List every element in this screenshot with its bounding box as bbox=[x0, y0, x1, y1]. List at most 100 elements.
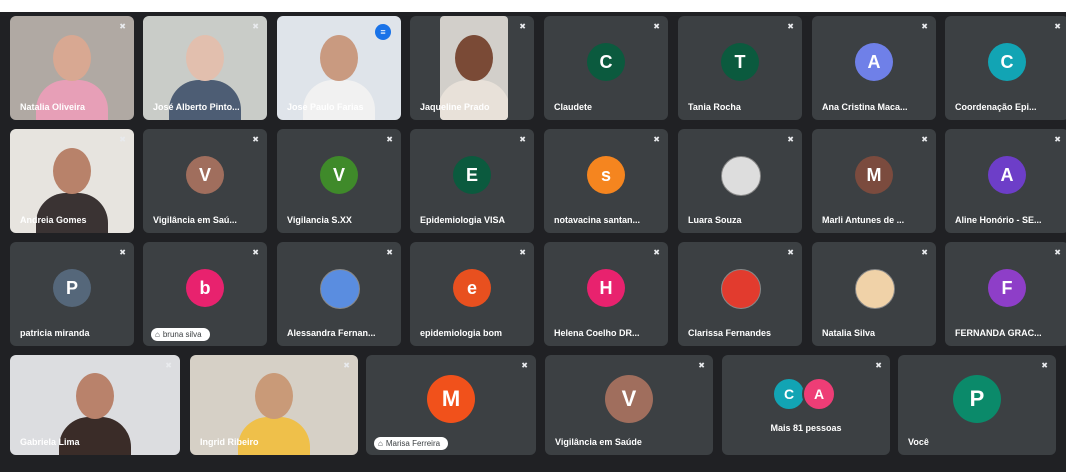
mic-off-icon: ✖ bbox=[343, 361, 350, 370]
participant-name: FERNANDA GRAC... bbox=[955, 328, 1042, 338]
participant-name: Vigilância em Saúde bbox=[555, 437, 642, 447]
mic-off-icon: ✖ bbox=[521, 361, 528, 370]
avatar: P bbox=[53, 269, 91, 307]
mic-off-icon: ✖ bbox=[1054, 22, 1061, 31]
participant-name: Claudete bbox=[554, 102, 593, 112]
participant-name: notavacina santan... bbox=[554, 215, 641, 225]
participant-name: Luara Souza bbox=[688, 215, 742, 225]
avatar: C bbox=[988, 43, 1026, 81]
participant-tile[interactable]: V ✖ Vigilância em Saúde bbox=[545, 355, 713, 455]
participant-tile[interactable]: ✖ Gabriela Lima bbox=[10, 355, 180, 455]
speaking-indicator-icon: ≡ bbox=[375, 24, 391, 40]
mic-off-icon: ✖ bbox=[787, 22, 794, 31]
meeting-grid: ✖ Natalia Oliveira ✖ José Alberto Pinto... ≡… bbox=[0, 12, 1066, 472]
mic-off-icon: ✖ bbox=[698, 361, 705, 370]
mic-off-icon: ✖ bbox=[386, 248, 393, 257]
participant-tile[interactable]: P ✖ Você bbox=[898, 355, 1056, 455]
avatar: E bbox=[453, 156, 491, 194]
participant-tile[interactable]: F ✖ FERNANDA GRAC... bbox=[945, 242, 1066, 346]
mic-off-icon: ✖ bbox=[875, 361, 882, 370]
participant-name: Jaqueline Prado bbox=[420, 102, 490, 112]
participant-name: Clarissa Fernandes bbox=[688, 328, 772, 338]
mic-off-icon: ✖ bbox=[653, 22, 660, 31]
mic-off-icon: ✖ bbox=[787, 135, 794, 144]
participant-tile[interactable]: E ✖ Epidemiologia VISA bbox=[410, 129, 534, 233]
participant-tile[interactable]: A ✖ Ana Cristina Maca... bbox=[812, 16, 936, 120]
participant-name: Aline Honório - SE... bbox=[955, 215, 1042, 225]
participant-tile[interactable]: M ✖ Marli Antunes de ... bbox=[812, 129, 936, 233]
mic-off-icon: ✖ bbox=[252, 248, 259, 257]
mic-off-icon: ✖ bbox=[386, 135, 393, 144]
participant-tile[interactable]: ✖ Luara Souza bbox=[678, 129, 802, 233]
participant-tile[interactable]: M ✖ ⌂ Marisa Ferreira bbox=[366, 355, 536, 455]
participant-tile[interactable]: V ✖ Vigilância em Saú... bbox=[143, 129, 267, 233]
mic-off-icon: ✖ bbox=[1041, 361, 1048, 370]
mic-off-icon: ✖ bbox=[119, 248, 126, 257]
mic-off-icon: ✖ bbox=[119, 135, 126, 144]
participant-tile[interactable]: P ✖ patricia miranda bbox=[10, 242, 134, 346]
participant-name: Helena Coelho DR... bbox=[554, 328, 640, 338]
participant-tile[interactable]: ✖ Ingrid Ribeiro bbox=[190, 355, 358, 455]
participant-name: Natalia Oliveira bbox=[20, 102, 86, 112]
pinned-name-pill[interactable]: ⌂ Marisa Ferreira bbox=[374, 437, 449, 450]
person-torso bbox=[440, 80, 508, 120]
person-torso bbox=[36, 193, 108, 233]
participant-name: Marisa Ferreira bbox=[385, 439, 441, 448]
participant-name: Ingrid Ribeiro bbox=[200, 437, 259, 447]
participant-tile[interactable]: ✖ Andreia Gomes bbox=[10, 129, 134, 233]
participant-tile[interactable]: e ✖ epidemiologia bom bbox=[410, 242, 534, 346]
participant-tile[interactable]: s ✖ notavacina santan... bbox=[544, 129, 668, 233]
participant-tile[interactable]: ≡ Jose Paulo Farias bbox=[277, 16, 401, 120]
participant-tile[interactable]: T ✖ Tania Rocha bbox=[678, 16, 802, 120]
avatar: s bbox=[587, 156, 625, 194]
participant-name: Gabriela Lima bbox=[20, 437, 80, 447]
participant-tile[interactable]: ✖ José Alberto Pinto... bbox=[143, 16, 267, 120]
avatar: P bbox=[953, 375, 1001, 423]
pin-icon: ⌂ bbox=[155, 330, 160, 339]
mic-off-icon: ✖ bbox=[165, 361, 172, 370]
person-torso bbox=[59, 417, 131, 455]
mic-off-icon: ✖ bbox=[1054, 248, 1061, 257]
participant-tile[interactable]: C ✖ Claudete bbox=[544, 16, 668, 120]
participant-tile[interactable]: ✖ Natalia Oliveira bbox=[10, 16, 134, 120]
participant-tile[interactable]: C A ✖ Mais 81 pessoas bbox=[722, 355, 890, 455]
mic-off-icon: ✖ bbox=[519, 248, 526, 257]
participant-name: Ana Cristina Maca... bbox=[822, 102, 908, 112]
mic-off-icon: ✖ bbox=[119, 22, 126, 31]
pin-icon: ⌂ bbox=[378, 439, 383, 448]
avatar: F bbox=[988, 269, 1026, 307]
person-head bbox=[53, 147, 91, 194]
participant-tile[interactable]: ✖ Clarissa Fernandes bbox=[678, 242, 802, 346]
mic-off-icon: ✖ bbox=[787, 248, 794, 257]
avatar: A bbox=[988, 156, 1026, 194]
person-torso bbox=[36, 80, 108, 120]
avatar: C bbox=[587, 43, 625, 81]
person-head bbox=[455, 34, 493, 81]
participant-tile[interactable]: V ✖ Vigilancia S.XX bbox=[277, 129, 401, 233]
mic-off-icon: ✖ bbox=[519, 22, 526, 31]
person-head bbox=[320, 34, 358, 81]
participant-tile[interactable]: b ✖ ⌂ bruna silva bbox=[143, 242, 267, 346]
pinned-name-pill[interactable]: ⌂ bruna silva bbox=[151, 328, 210, 341]
participant-name: Coordenação Epi... bbox=[955, 102, 1037, 112]
person-head bbox=[186, 34, 224, 81]
participant-tile[interactable]: H ✖ Helena Coelho DR... bbox=[544, 242, 668, 346]
participant-tile[interactable]: ✖ Jaqueline Prado bbox=[410, 16, 534, 120]
avatar: V bbox=[186, 156, 224, 194]
person-torso bbox=[303, 80, 375, 120]
avatar: M bbox=[855, 156, 893, 194]
avatar: A bbox=[855, 43, 893, 81]
participant-name: Vigilancia S.XX bbox=[287, 215, 352, 225]
avatar: T bbox=[721, 43, 759, 81]
participant-tile[interactable]: ✖ Natalia Silva bbox=[812, 242, 936, 346]
mic-off-icon: ✖ bbox=[921, 135, 928, 144]
participant-tile[interactable]: A ✖ Aline Honório - SE... bbox=[945, 129, 1066, 233]
participant-tile[interactable]: ✖ Alessandra Fernan... bbox=[277, 242, 401, 346]
avatar-photo bbox=[721, 269, 761, 309]
participant-name: Natalia Silva bbox=[822, 328, 876, 338]
avatar-photo bbox=[721, 156, 761, 196]
participant-name: Vigilância em Saú... bbox=[153, 215, 237, 225]
mic-off-icon: ✖ bbox=[653, 135, 660, 144]
person-head bbox=[53, 34, 91, 81]
participant-tile[interactable]: C ✖ Coordenação Epi... bbox=[945, 16, 1066, 120]
